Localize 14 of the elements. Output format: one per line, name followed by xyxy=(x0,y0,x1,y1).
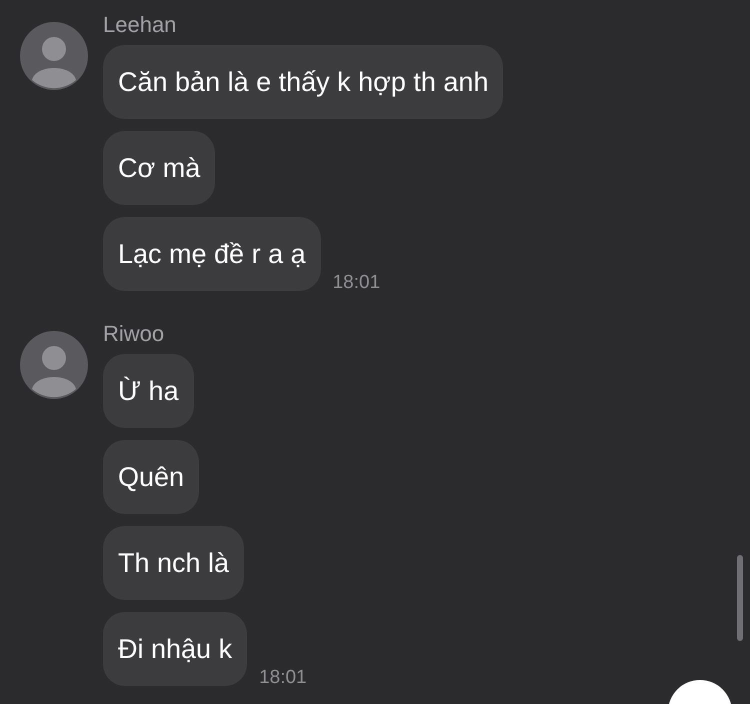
message-bubble: Đi nhậu k xyxy=(103,612,248,686)
message-bubble: Quên xyxy=(103,440,200,514)
sender-name: Riwoo xyxy=(103,320,164,348)
sender-name: Leehan xyxy=(103,11,176,39)
scrollbar-thumb[interactable] xyxy=(737,555,743,641)
message-bubble: Th nch là xyxy=(103,526,244,600)
message-time: 18:01 xyxy=(259,666,307,690)
avatar-icon[interactable] xyxy=(20,331,88,399)
avatar-icon[interactable] xyxy=(20,22,88,90)
message-bubble: Lạc mẹ đề r a ạ xyxy=(103,217,321,291)
message-time: 18:01 xyxy=(332,270,380,294)
message-bubble: Cơ mà xyxy=(103,131,216,205)
message-bubble: Căn bản là e thấy k hợp th anh xyxy=(103,45,504,119)
message-bubble: Ừ ha xyxy=(103,354,194,428)
